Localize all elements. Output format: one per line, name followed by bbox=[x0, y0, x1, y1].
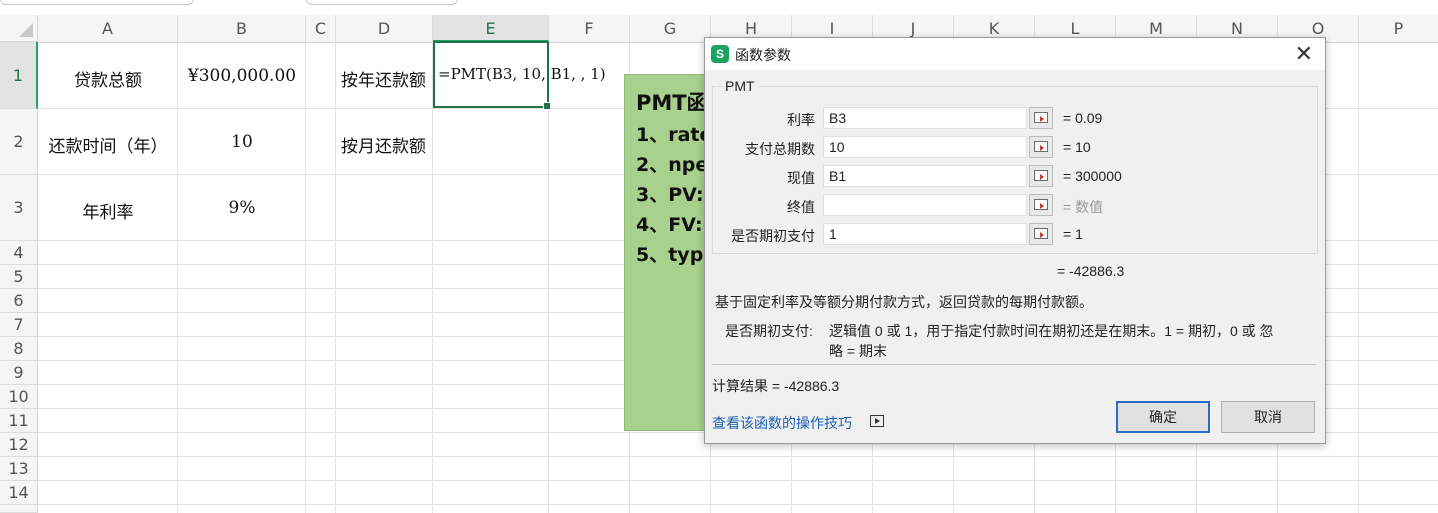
fill-handle[interactable] bbox=[543, 102, 551, 110]
row-header-13[interactable]: 13 bbox=[0, 457, 38, 481]
grid-line bbox=[38, 456, 1438, 457]
cell-b2[interactable]: 10 bbox=[178, 132, 306, 152]
row-header-14[interactable]: 14 bbox=[0, 481, 38, 505]
range-select-icon bbox=[1034, 141, 1048, 152]
formula-result: = -42886.3 bbox=[1057, 263, 1125, 279]
note-line: 1、rate bbox=[636, 124, 713, 146]
row-header-1[interactable]: 1 bbox=[0, 42, 38, 109]
grid-line bbox=[305, 42, 306, 513]
note-line: 2、npe bbox=[636, 154, 709, 176]
tab-fragment[interactable] bbox=[306, 0, 458, 5]
param-result-type: = 1 bbox=[1063, 226, 1083, 242]
row-header-9[interactable]: 9 bbox=[0, 361, 38, 385]
cell-b1[interactable]: ¥300,000.00 bbox=[178, 66, 306, 86]
video-play-icon[interactable] bbox=[870, 415, 884, 427]
calc-result: 计算结果 = -42886.3 bbox=[712, 378, 840, 394]
row-header-2[interactable]: 2 bbox=[0, 109, 38, 175]
collapse-button-nper[interactable] bbox=[1029, 136, 1053, 158]
param-label-fv: 终值 bbox=[787, 199, 815, 215]
row-header-8[interactable]: 8 bbox=[0, 337, 38, 361]
row-header-4[interactable]: 4 bbox=[0, 241, 38, 265]
grid-line bbox=[177, 42, 178, 513]
dialog-title: 函数参数 bbox=[735, 47, 791, 63]
cancel-button[interactable]: 取消 bbox=[1221, 401, 1315, 433]
param-result-pv: = 300000 bbox=[1063, 168, 1122, 184]
param-input-fv[interactable] bbox=[823, 194, 1027, 216]
param-result-nper: = 10 bbox=[1063, 139, 1091, 155]
column-header-b[interactable]: B bbox=[178, 15, 306, 42]
param-input-type[interactable]: 1 bbox=[823, 223, 1027, 245]
column-header-a[interactable]: A bbox=[38, 15, 178, 42]
divider bbox=[712, 364, 1316, 365]
function-arguments-dialog[interactable]: S 函数参数 ✕ PMT 利率 B3 = 0.09 支付总期数 10 = 10 … bbox=[704, 37, 1326, 444]
param-label-pv: 现值 bbox=[787, 170, 815, 186]
close-icon[interactable]: ✕ bbox=[1295, 41, 1313, 67]
grid-line bbox=[38, 480, 1438, 481]
row-header-10[interactable]: 10 bbox=[0, 385, 38, 409]
function-tips-link[interactable]: 查看该函数的操作技巧 bbox=[712, 413, 852, 433]
column-header-g[interactable]: G bbox=[630, 15, 711, 42]
note-title: PMT函 bbox=[636, 91, 708, 115]
grid-line bbox=[432, 42, 433, 513]
collapse-button-rate[interactable] bbox=[1029, 107, 1053, 129]
range-select-icon bbox=[1034, 112, 1048, 123]
row-header-7[interactable]: 7 bbox=[0, 313, 38, 337]
column-header-e[interactable]: E bbox=[433, 15, 549, 42]
row-header-15[interactable] bbox=[0, 505, 38, 513]
param-help-text: 逻辑值 0 或 1，用于指定付款时间在期初还是在期末。1 = 期初，0 或 忽 bbox=[829, 323, 1274, 339]
function-name-label: PMT bbox=[722, 78, 758, 94]
grid-line bbox=[1358, 42, 1359, 513]
column-header-p[interactable]: P bbox=[1359, 15, 1438, 42]
cell-a3[interactable]: 年利率 bbox=[38, 198, 178, 223]
param-help-text: 略 = 期末 bbox=[829, 343, 887, 359]
param-result-fv: = 数值 bbox=[1063, 199, 1104, 215]
tab-fragment[interactable] bbox=[0, 0, 194, 5]
grid-line bbox=[38, 504, 1438, 505]
row-header-3[interactable]: 3 bbox=[0, 175, 38, 241]
range-select-icon bbox=[1034, 228, 1048, 239]
function-description: 基于固定利率及等额分期付款方式，返回贷款的每期付款额。 bbox=[715, 294, 1093, 310]
collapse-button-type[interactable] bbox=[1029, 223, 1053, 245]
param-label-type: 是否期初支付 bbox=[731, 228, 815, 244]
range-select-icon bbox=[1034, 199, 1048, 210]
note-line: 3、PV: bbox=[636, 184, 704, 206]
row-header-11[interactable]: 11 bbox=[0, 409, 38, 433]
dialog-titlebar[interactable]: S 函数参数 ✕ bbox=[705, 38, 1325, 70]
param-input-pv[interactable]: B1 bbox=[823, 165, 1027, 187]
row-header-12[interactable]: 12 bbox=[0, 433, 38, 457]
column-header-c[interactable]: C bbox=[306, 15, 336, 42]
row-header-5[interactable]: 5 bbox=[0, 265, 38, 289]
grid-line bbox=[335, 42, 336, 513]
grid-line bbox=[548, 42, 549, 513]
ok-button[interactable]: 确定 bbox=[1116, 401, 1210, 433]
column-header-d[interactable]: D bbox=[336, 15, 433, 42]
param-input-nper[interactable]: 10 bbox=[823, 136, 1027, 158]
cell-e1-formula[interactable]: =PMT(B3, 10, B1, , 1) bbox=[438, 65, 606, 83]
note-line: 4、FV: bbox=[636, 214, 703, 236]
param-label-nper: 支付总期数 bbox=[745, 141, 815, 157]
cell-a1[interactable]: 贷款总额 bbox=[38, 66, 178, 91]
collapse-button-fv[interactable] bbox=[1029, 194, 1053, 216]
range-select-icon bbox=[1034, 170, 1048, 181]
row-header-6[interactable]: 6 bbox=[0, 289, 38, 313]
param-result-rate: = 0.09 bbox=[1063, 110, 1103, 126]
param-help-label: 是否期初支付: bbox=[725, 323, 813, 339]
column-header-f[interactable]: F bbox=[549, 15, 630, 42]
cell-b3[interactable]: 9% bbox=[178, 198, 306, 218]
collapse-button-pv[interactable] bbox=[1029, 165, 1053, 187]
toolbar-strip bbox=[0, 0, 1438, 15]
cell-a2[interactable]: 还款时间（年） bbox=[38, 132, 178, 157]
cell-d2[interactable]: 按月还款额 bbox=[341, 132, 426, 157]
param-label-rate: 利率 bbox=[787, 112, 815, 128]
param-input-rate[interactable]: B3 bbox=[823, 107, 1027, 129]
cell-d1[interactable]: 按年还款额 bbox=[341, 66, 426, 91]
app-icon: S bbox=[711, 45, 729, 63]
select-all-corner[interactable] bbox=[0, 15, 38, 42]
